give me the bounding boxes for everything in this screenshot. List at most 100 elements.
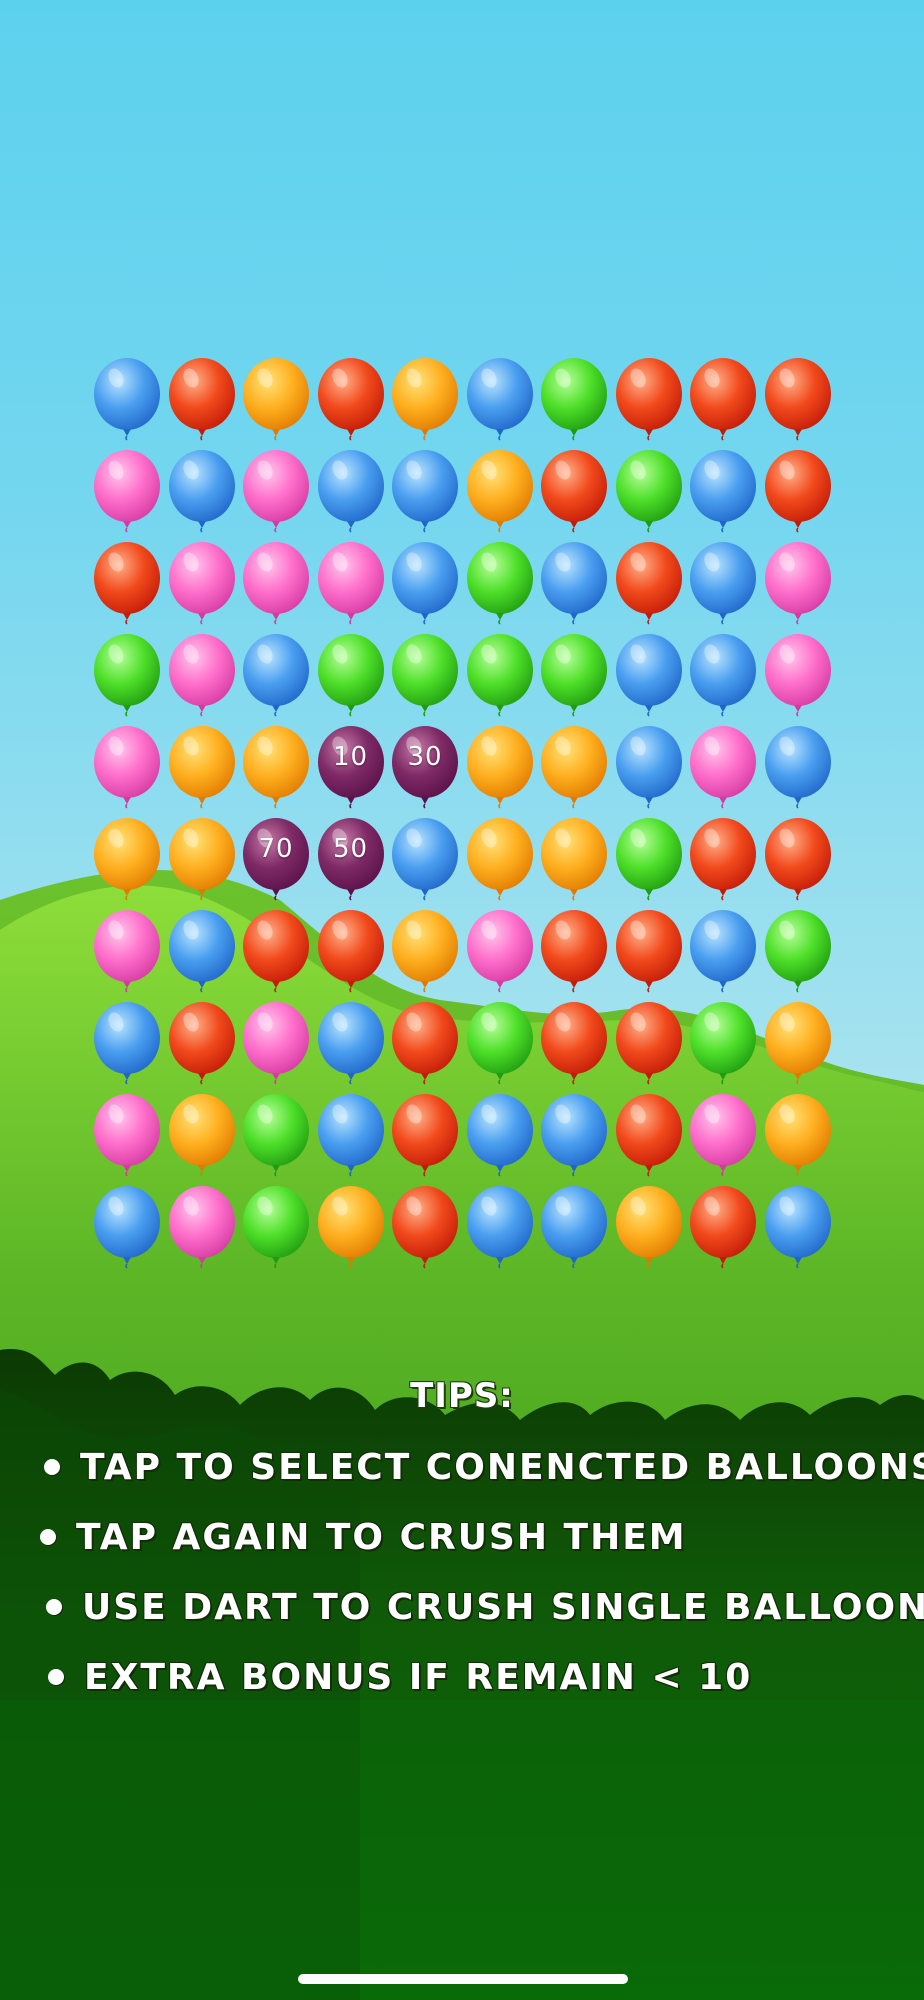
red-balloon[interactable] — [539, 450, 609, 533]
blue-balloon[interactable] — [465, 1186, 535, 1269]
blue-balloon[interactable] — [92, 1002, 162, 1085]
blue-balloon[interactable] — [763, 726, 833, 809]
blue-balloon[interactable] — [688, 910, 758, 993]
blue-balloon[interactable] — [316, 1002, 386, 1085]
red-balloon[interactable] — [614, 542, 684, 625]
purple-balloon[interactable]: 70 — [241, 818, 311, 901]
blue-balloon[interactable] — [539, 1094, 609, 1177]
red-balloon[interactable] — [763, 358, 833, 441]
purple-balloon[interactable]: 30 — [390, 726, 460, 809]
orange-balloon[interactable] — [167, 818, 237, 901]
pink-balloon[interactable] — [763, 634, 833, 717]
green-balloon[interactable] — [614, 818, 684, 901]
green-balloon[interactable] — [763, 910, 833, 993]
red-balloon[interactable] — [614, 1094, 684, 1177]
green-balloon[interactable] — [539, 634, 609, 717]
red-balloon[interactable] — [167, 358, 237, 441]
orange-balloon[interactable] — [763, 1094, 833, 1177]
pink-balloon[interactable] — [241, 450, 311, 533]
pink-balloon[interactable] — [92, 910, 162, 993]
green-balloon[interactable] — [390, 634, 460, 717]
blue-balloon[interactable] — [316, 1094, 386, 1177]
red-balloon[interactable] — [763, 450, 833, 533]
blue-balloon[interactable] — [539, 542, 609, 625]
green-balloon[interactable] — [241, 1186, 311, 1269]
green-balloon[interactable] — [465, 1002, 535, 1085]
orange-balloon[interactable] — [241, 358, 311, 441]
red-balloon[interactable] — [92, 542, 162, 625]
blue-balloon[interactable] — [390, 450, 460, 533]
purple-balloon[interactable]: 10 — [316, 726, 386, 809]
pink-balloon[interactable] — [241, 542, 311, 625]
red-balloon[interactable] — [241, 910, 311, 993]
blue-balloon[interactable] — [688, 542, 758, 625]
blue-balloon[interactable] — [92, 358, 162, 441]
pink-balloon[interactable] — [92, 726, 162, 809]
blue-balloon[interactable] — [167, 450, 237, 533]
blue-balloon[interactable] — [390, 818, 460, 901]
pink-balloon[interactable] — [92, 1094, 162, 1177]
blue-balloon[interactable] — [92, 1186, 162, 1269]
green-balloon[interactable] — [465, 634, 535, 717]
orange-balloon[interactable] — [614, 1186, 684, 1269]
pink-balloon[interactable] — [316, 542, 386, 625]
red-balloon[interactable] — [316, 358, 386, 441]
orange-balloon[interactable] — [167, 726, 237, 809]
pink-balloon[interactable] — [167, 1186, 237, 1269]
blue-balloon[interactable] — [688, 634, 758, 717]
purple-balloon[interactable]: 50 — [316, 818, 386, 901]
green-balloon[interactable] — [92, 634, 162, 717]
red-balloon[interactable] — [167, 1002, 237, 1085]
blue-balloon[interactable] — [539, 1186, 609, 1269]
home-indicator[interactable] — [298, 1974, 628, 1984]
red-balloon[interactable] — [539, 1002, 609, 1085]
orange-balloon[interactable] — [763, 1002, 833, 1085]
blue-balloon[interactable] — [465, 358, 535, 441]
red-balloon[interactable] — [390, 1002, 460, 1085]
orange-balloon[interactable] — [465, 818, 535, 901]
blue-balloon[interactable] — [241, 634, 311, 717]
blue-balloon[interactable] — [316, 450, 386, 533]
green-balloon[interactable] — [688, 1002, 758, 1085]
pink-balloon[interactable] — [167, 634, 237, 717]
orange-balloon[interactable] — [390, 358, 460, 441]
red-balloon[interactable] — [688, 818, 758, 901]
red-balloon[interactable] — [316, 910, 386, 993]
red-balloon[interactable] — [688, 1186, 758, 1269]
blue-balloon[interactable] — [167, 910, 237, 993]
red-balloon[interactable] — [614, 910, 684, 993]
red-balloon[interactable] — [614, 358, 684, 441]
red-balloon[interactable] — [390, 1186, 460, 1269]
orange-balloon[interactable] — [390, 910, 460, 993]
red-balloon[interactable] — [688, 358, 758, 441]
pink-balloon[interactable] — [763, 542, 833, 625]
green-balloon[interactable] — [465, 542, 535, 625]
orange-balloon[interactable] — [465, 726, 535, 809]
blue-balloon[interactable] — [465, 1094, 535, 1177]
orange-balloon[interactable] — [241, 726, 311, 809]
blue-balloon[interactable] — [614, 634, 684, 717]
red-balloon[interactable] — [539, 910, 609, 993]
pink-balloon[interactable] — [688, 726, 758, 809]
blue-balloon[interactable] — [763, 1186, 833, 1269]
pink-balloon[interactable] — [167, 542, 237, 625]
blue-balloon[interactable] — [390, 542, 460, 625]
pink-balloon[interactable] — [241, 1002, 311, 1085]
orange-balloon[interactable] — [465, 450, 535, 533]
red-balloon[interactable] — [763, 818, 833, 901]
red-balloon[interactable] — [390, 1094, 460, 1177]
blue-balloon[interactable] — [688, 450, 758, 533]
red-balloon[interactable] — [614, 1002, 684, 1085]
orange-balloon[interactable] — [167, 1094, 237, 1177]
orange-balloon[interactable] — [539, 818, 609, 901]
pink-balloon[interactable] — [465, 910, 535, 993]
green-balloon[interactable] — [539, 358, 609, 441]
orange-balloon[interactable] — [539, 726, 609, 809]
green-balloon[interactable] — [614, 450, 684, 533]
pink-balloon[interactable] — [92, 450, 162, 533]
blue-balloon[interactable] — [614, 726, 684, 809]
green-balloon[interactable] — [316, 634, 386, 717]
orange-balloon[interactable] — [92, 818, 162, 901]
orange-balloon[interactable] — [316, 1186, 386, 1269]
pink-balloon[interactable] — [688, 1094, 758, 1177]
